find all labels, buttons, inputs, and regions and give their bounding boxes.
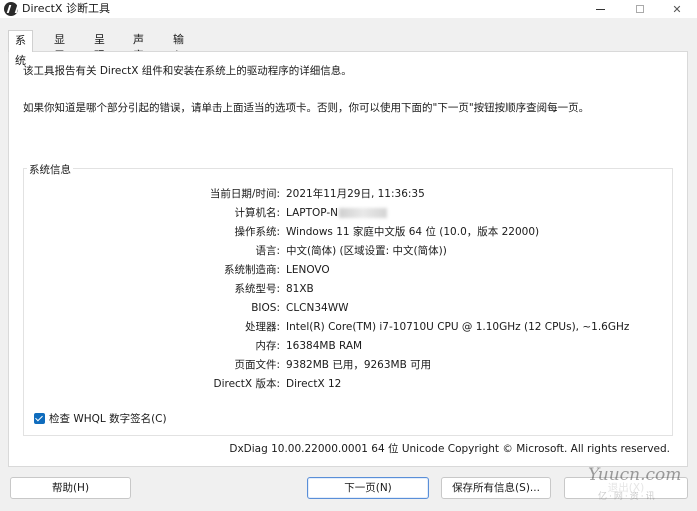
info-value: LENOVO — [286, 264, 330, 276]
info-row-memory: 内存: 16384MB RAM — [24, 338, 664, 354]
version-copyright-text: DxDiag 10.00.22000.0001 64 位 Unicode Cop… — [229, 443, 670, 455]
minimize-button[interactable] — [580, 0, 620, 18]
info-label: 系统型号: — [234, 283, 280, 295]
window-title: DirectX 诊断工具 — [22, 2, 110, 15]
info-label: DirectX 版本: — [213, 378, 280, 390]
info-row-computer-name: 计算机名: LAPTOP-N — [24, 205, 664, 221]
maximize-icon — [636, 5, 644, 13]
tab-display[interactable]: 显示 — [48, 32, 71, 62]
close-icon: ✕ — [672, 2, 682, 16]
tab-panel-system: 该工具报告有关 DirectX 组件和安装在系统上的驱动程序的详细信息。 如果你… — [8, 51, 688, 467]
info-value: 16384MB RAM — [286, 340, 363, 352]
info-row-datetime: 当前日期/时间: 2021年11月29日, 11:36:35 — [24, 186, 664, 202]
info-label: 页面文件: — [234, 359, 280, 371]
save-all-info-button[interactable]: 保存所有信息(S)... — [441, 477, 551, 499]
system-info-group: 系统信息 当前日期/时间: 2021年11月29日, 11:36:35 计算机名… — [23, 162, 673, 436]
intro-text: 该工具报告有关 DirectX 组件和安装在系统上的驱动程序的详细信息。 — [23, 65, 352, 77]
watermark-subtext: 亿·网·资·讯 — [598, 492, 657, 502]
close-button[interactable]: ✕ — [657, 0, 697, 18]
info-row-page-file: 页面文件: 9382MB 已用，9263MB 可用 — [24, 357, 664, 373]
info-value: Windows 11 家庭中文版 64 位 (10.0，版本 22000) — [286, 226, 540, 238]
info-label: BIOS: — [251, 302, 280, 314]
tab-input[interactable]: 输入 — [167, 32, 190, 62]
whql-checkbox-label[interactable]: 检查 WHQL 数字签名(C) — [49, 411, 167, 426]
info-value: 81XB — [286, 283, 314, 295]
info-value: 2021年11月29日, 11:36:35 — [286, 188, 425, 200]
tab-render[interactable]: 呈现 — [88, 32, 111, 62]
directx-logo-icon — [4, 2, 18, 16]
info-row-model: 系统型号: 81XB — [24, 281, 664, 297]
next-page-button[interactable]: 下一页(N) — [307, 477, 429, 499]
tab-system[interactable]: 系统 — [8, 30, 33, 67]
watermark-logo: Yuucn.com — [588, 465, 682, 485]
checkbox-checked-icon[interactable] — [34, 412, 45, 424]
info-label: 语言: — [255, 245, 280, 257]
info-row-language: 语言: 中文(简体) (区域设置: 中文(简体)) — [24, 243, 664, 259]
system-info-group-label: 系统信息 — [27, 162, 73, 177]
tab-sound[interactable]: 声音 — [127, 32, 150, 62]
info-value: 中文(简体) (区域设置: 中文(简体)) — [286, 245, 447, 257]
info-label: 当前日期/时间: — [209, 188, 280, 200]
info-label: 计算机名: — [234, 207, 280, 219]
info-row-processor: 处理器: Intel(R) Core(TM) i7-10710U CPU @ 1… — [24, 319, 664, 335]
info-label: 内存: — [255, 340, 280, 352]
info-row-os: 操作系统: Windows 11 家庭中文版 64 位 (10.0，版本 220… — [24, 224, 664, 240]
info-label: 处理器: — [244, 321, 280, 333]
maximize-button[interactable] — [620, 0, 660, 18]
redacted-blur — [339, 208, 388, 218]
info-value: Intel(R) Core(TM) i7-10710U CPU @ 1.10GH… — [286, 321, 630, 333]
info-value-computer-name: LAPTOP-N — [286, 205, 388, 221]
minimize-icon — [595, 8, 605, 10]
info-row-directx-version: DirectX 版本: DirectX 12 — [24, 376, 664, 392]
title-bar: DirectX 诊断工具 ✕ — [0, 0, 697, 18]
info-label: 系统制造商: — [223, 264, 280, 276]
info-value: 9382MB 已用，9263MB 可用 — [286, 359, 432, 371]
computer-name-visible: LAPTOP-N — [286, 207, 339, 219]
info-value: DirectX 12 — [286, 378, 342, 390]
help-button[interactable]: 帮助(H) — [10, 477, 131, 499]
info-row-manufacturer: 系统制造商: LENOVO — [24, 262, 664, 278]
info-row-bios: BIOS: CLCN34WW — [24, 300, 664, 316]
intro-instructions: 如果你知道是哪个部分引起的错误，请单击上面适当的选项卡。否则，你可以使用下面的"… — [23, 102, 590, 114]
info-label: 操作系统: — [234, 226, 280, 238]
info-value: CLCN34WW — [286, 302, 349, 314]
whql-checkbox-row[interactable]: 检查 WHQL 数字签名(C) — [34, 411, 167, 425]
